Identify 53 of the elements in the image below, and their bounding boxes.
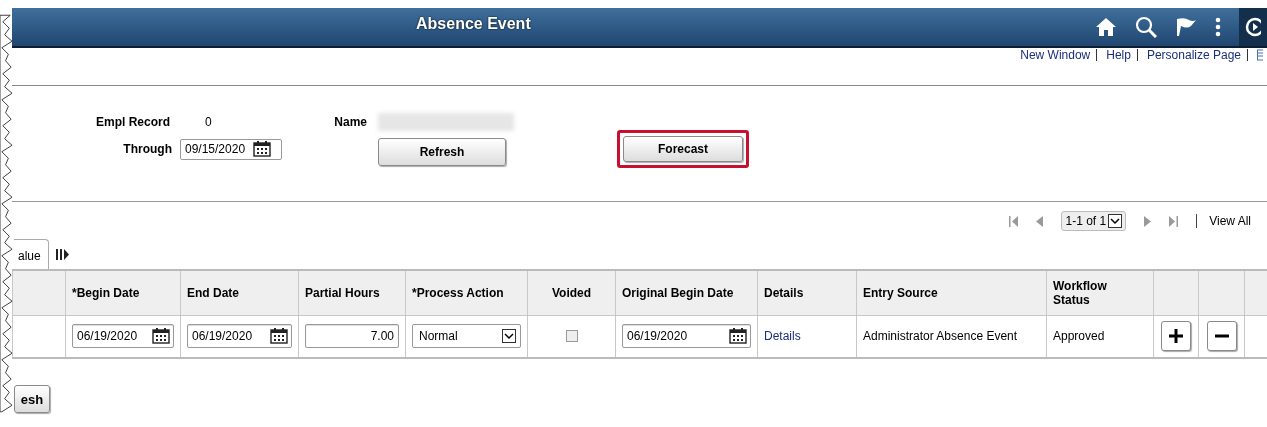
page-title: Absence Event	[416, 15, 531, 33]
next-page-icon[interactable]	[1144, 215, 1152, 227]
delete-row-button[interactable]	[1206, 321, 1237, 352]
date-field[interactable]: 06/19/2020	[187, 324, 292, 349]
column-header: Original Begin Date	[622, 285, 734, 300]
column-header: *Process Action	[412, 285, 504, 300]
refresh-button[interactable]: Refresh	[378, 138, 506, 166]
calendar-icon[interactable]	[152, 328, 170, 345]
table-cell: Administrator Absence Event	[863, 329, 1018, 344]
hours-field[interactable]: 7.00	[305, 324, 399, 349]
previous-page-icon[interactable]	[1036, 215, 1044, 227]
action-select[interactable]: Normal	[412, 324, 521, 349]
tab[interactable]: alue	[14, 239, 49, 269]
view-all-link[interactable]: View All	[1209, 214, 1251, 228]
refresh-button[interactable]: esh	[14, 385, 50, 413]
column-header: *Begin Date	[72, 285, 140, 300]
column-header: End Date	[187, 285, 239, 300]
field-label: Empl Record	[96, 115, 171, 129]
last-page-icon[interactable]	[1169, 215, 1179, 227]
details-link[interactable]: Details	[764, 329, 801, 344]
forecast-button[interactable]: Forecast	[623, 136, 743, 162]
column-header: Partial Hours	[305, 285, 380, 300]
table-cell: Approved	[1053, 329, 1105, 344]
dropdown-icon[interactable]	[502, 329, 516, 344]
plus-icon	[1169, 329, 1183, 344]
more-icon[interactable]	[1215, 17, 1221, 37]
header-link[interactable]: Personalize Page	[1146, 48, 1241, 62]
dropdown-icon[interactable]	[1108, 214, 1123, 228]
field-label: Name	[334, 115, 367, 129]
grid-icon[interactable]	[1257, 49, 1263, 61]
column-header: Workflow Status	[1053, 278, 1108, 307]
calendar-icon[interactable]	[729, 328, 747, 345]
home-icon[interactable]	[1095, 17, 1117, 37]
flag-icon[interactable]	[1175, 17, 1197, 37]
field-label: Through	[123, 142, 172, 156]
calendar-icon[interactable]	[270, 328, 288, 345]
add-row-button[interactable]	[1161, 321, 1191, 352]
search-icon[interactable]	[1135, 16, 1157, 38]
voided-checkbox[interactable]	[565, 330, 578, 343]
column-header: Voided	[551, 285, 592, 300]
field-value: 0	[205, 115, 212, 129]
date-field[interactable]: 06/19/2020	[622, 324, 751, 349]
first-page-icon[interactable]	[1009, 215, 1019, 227]
header-link[interactable]: Help	[1106, 48, 1131, 62]
page-select[interactable]: 1-1 of 1	[1061, 211, 1127, 231]
minus-icon	[1214, 334, 1229, 339]
calendar-icon[interactable]	[253, 141, 272, 157]
column-header: Entry Source	[863, 285, 938, 300]
date-field[interactable]: 09/15/2020	[180, 138, 282, 160]
show-columns-icon[interactable]	[56, 249, 69, 260]
date-field[interactable]: 06/19/2020	[72, 324, 174, 349]
header-link[interactable]: New Window	[1020, 48, 1091, 62]
column-header: Details	[764, 285, 804, 300]
